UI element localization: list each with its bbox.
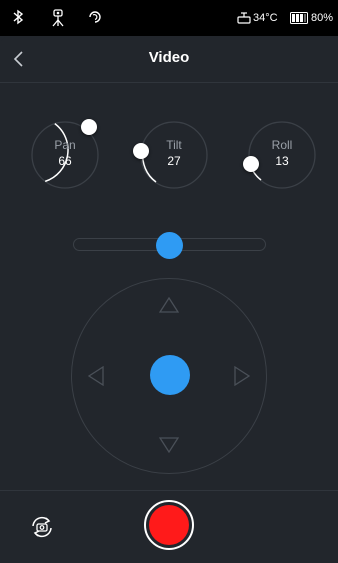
gimbal-control-screen: 34°C 80% Video Pan 66 Tilt 27 Roll 13 [0,0,338,563]
pan-knob[interactable] [81,119,97,135]
speed-slider-thumb[interactable] [156,232,183,259]
tilt-label: Tilt [166,138,182,152]
sync-icon [87,9,103,30]
pan-label: Pan [54,138,76,152]
record-button[interactable] [144,500,194,550]
tilt-value: 27 [167,154,181,168]
roll-knob[interactable] [243,156,259,172]
tilt-dial[interactable]: Tilt 27 [140,121,208,189]
tripod-icon [51,9,65,32]
temperature-text: 34°C [253,12,278,24]
roll-dial[interactable]: Roll 13 [248,121,316,189]
arrow-up-icon[interactable] [158,296,180,318]
bluetooth-icon [12,9,24,30]
tilt-knob[interactable] [133,143,149,159]
battery-icon [290,11,308,29]
page-title: Video [148,49,190,66]
header: Video [0,36,338,83]
roll-label: Roll [271,138,293,152]
switch-camera-button[interactable] [28,513,56,541]
arrow-right-icon[interactable] [234,365,251,391]
gimbal-icon [237,11,251,29]
joystick-knob[interactable] [150,355,190,395]
record-icon [149,505,189,545]
switch-camera-icon [32,516,52,538]
arrow-left-icon[interactable] [87,365,104,391]
battery-text: 80% [311,12,334,24]
pan-value: 66 [58,154,72,168]
arrow-down-icon[interactable] [158,437,180,458]
status-bar: 34°C 80% [0,0,338,36]
